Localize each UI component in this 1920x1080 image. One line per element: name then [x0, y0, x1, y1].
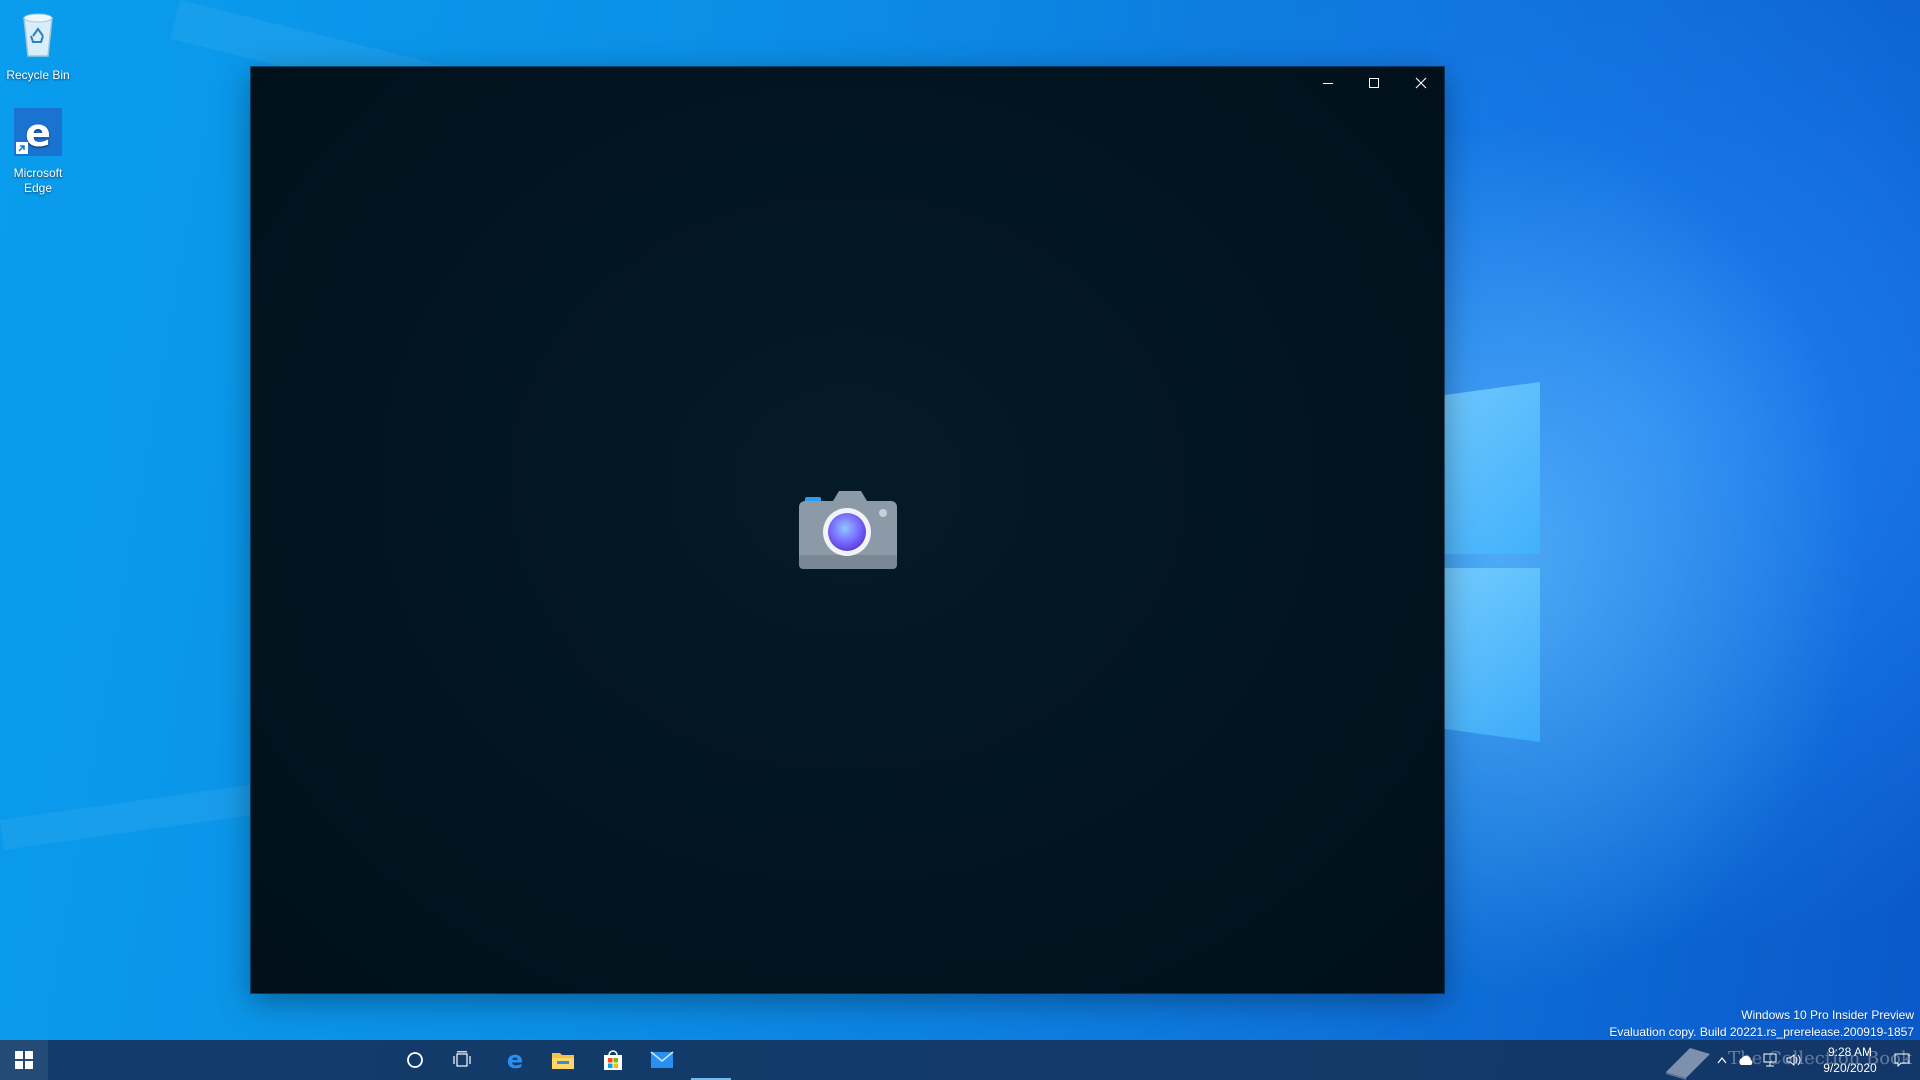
microsoft-store-button[interactable]: [589, 1040, 637, 1080]
clock-time: 9:28 AM: [1827, 1045, 1873, 1059]
cortana-button[interactable]: [391, 1040, 439, 1080]
camera-app-window[interactable]: [251, 67, 1444, 993]
recycle-bin-icon: [23, 13, 53, 57]
mail-icon: [650, 1051, 674, 1068]
svg-text:e: e: [25, 111, 51, 155]
mail-button[interactable]: [638, 1040, 686, 1080]
desktop-icon-label: Microsoft Edge: [13, 166, 63, 195]
camera-taskbar-button[interactable]: [687, 1040, 735, 1080]
cloud-icon: [1739, 1055, 1753, 1065]
show-hidden-icons-button[interactable]: [1710, 1040, 1734, 1080]
edge-icon: e: [507, 1048, 523, 1072]
windows-logo-icon: [15, 1051, 33, 1069]
evaluation-watermark: Windows 10 Pro Insider Preview Evaluatio…: [1609, 1007, 1914, 1041]
network-tray-button[interactable]: [1758, 1040, 1782, 1080]
taskbar: e The Collection Book 9:28 AM 9/20/2020: [0, 1040, 1920, 1080]
network-icon: [1763, 1053, 1777, 1067]
minimize-button[interactable]: [1305, 67, 1351, 99]
taskbar-edge-button[interactable]: e: [491, 1040, 539, 1080]
close-icon: [1415, 77, 1427, 89]
maximize-button[interactable]: [1351, 67, 1397, 99]
svg-text:e: e: [507, 1048, 523, 1072]
close-button[interactable]: [1398, 67, 1444, 99]
taskbar-clock[interactable]: 9:28 AM 9/20/2020: [1810, 1044, 1890, 1076]
maximize-icon: [1369, 78, 1379, 88]
desktop-icon-microsoft-edge[interactable]: e Microsoft Edge: [0, 106, 76, 196]
desktop-icon-label: Recycle Bin: [6, 68, 70, 82]
task-view-button[interactable]: [439, 1040, 487, 1080]
start-button[interactable]: [0, 1040, 48, 1080]
watermark-edition: Windows 10 Pro Insider Preview: [1741, 1008, 1914, 1022]
edge-icon: e: [14, 108, 62, 156]
watermark-build: Evaluation copy. Build 20221.rs_prerelea…: [1609, 1025, 1914, 1039]
chevron-up-icon: [1717, 1057, 1727, 1064]
notification-icon: [1894, 1053, 1910, 1067]
desktop-icon-recycle-bin[interactable]: Recycle Bin: [0, 8, 76, 83]
action-center-button[interactable]: [1888, 1040, 1916, 1080]
camera-icon: [799, 491, 897, 569]
onedrive-tray-button[interactable]: [1734, 1040, 1758, 1080]
minimize-icon: [1323, 83, 1333, 84]
clock-date: 9/20/2020: [1823, 1061, 1877, 1075]
desktop: Recycle Bin e Microsoft Edge Windows 10 …: [0, 0, 1920, 1080]
cortana-circle-icon: [407, 1052, 423, 1068]
speaker-icon: [1786, 1054, 1801, 1066]
file-explorer-button[interactable]: [539, 1040, 587, 1080]
store-bag-icon: [604, 1050, 622, 1070]
folder-icon: [552, 1053, 574, 1069]
system-tray: The Collection Book 9:28 AM 9/20/2020: [1660, 1040, 1920, 1080]
task-view-icon: [453, 1051, 471, 1067]
volume-tray-button[interactable]: [1782, 1040, 1806, 1080]
